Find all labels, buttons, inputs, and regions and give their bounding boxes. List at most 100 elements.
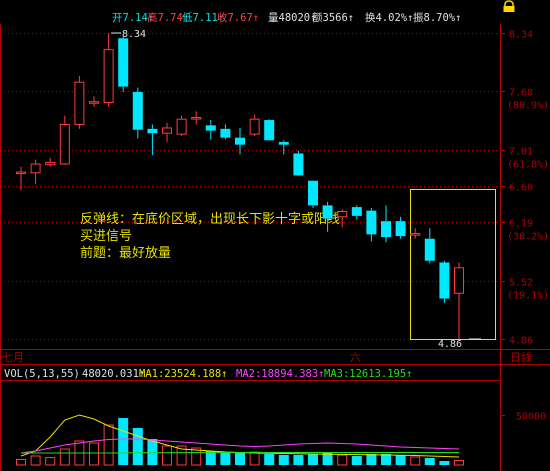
volume-bar (410, 456, 421, 466)
price-tick-label: 7.68 (509, 88, 533, 99)
candle (278, 140, 289, 155)
candle-body (16, 171, 26, 175)
candle (249, 114, 260, 136)
candle (366, 207, 377, 242)
candle-body (103, 49, 114, 103)
candle-body (176, 118, 187, 135)
candle (74, 76, 85, 129)
candle-body (351, 207, 362, 216)
volume-ma55-line (21, 452, 459, 454)
candle (424, 228, 435, 264)
volume-bar (293, 455, 304, 465)
candle (176, 115, 187, 136)
candle-body (205, 125, 216, 131)
candle-body (454, 267, 464, 294)
candle-body (59, 123, 70, 165)
quote-amount: 额3566↑ (312, 11, 354, 24)
candle (59, 115, 70, 165)
price-tick-label: 8.34 (509, 30, 533, 41)
candle (205, 120, 216, 140)
volume-bar (278, 455, 289, 465)
volume-bar (439, 461, 450, 465)
quote-header: 开7.14↑ 高7.74↑ 低7.11↑ 收7.67↑ 量48020↑ 额356… (112, 11, 461, 24)
volume-bar (395, 455, 406, 465)
candle (89, 96, 99, 107)
candle-body (293, 153, 304, 176)
volume-bar (454, 460, 464, 466)
price-tick-pct: (61.8%) (507, 160, 549, 171)
candle (395, 216, 406, 239)
candle-body (220, 128, 231, 138)
candle-body (162, 127, 172, 134)
price-tick-pct: (38.2%) (507, 232, 549, 243)
vol-ma3: MA3:12613.195↑ (324, 368, 413, 380)
candle (293, 150, 304, 176)
volume-bar (132, 428, 143, 465)
price-tick-label: 5.52 (509, 278, 533, 289)
candle-body (191, 117, 202, 120)
date-label-2: 六 (350, 351, 361, 364)
price-tick-label: 6.60 (509, 183, 533, 194)
vol-value: 48020.031↑ (82, 368, 145, 380)
candle (308, 180, 318, 208)
candle-body (395, 221, 406, 237)
volume-bar (264, 454, 275, 465)
candle (132, 87, 143, 139)
candle (351, 205, 362, 220)
candle-body (439, 262, 450, 299)
price-gridlines (0, 33, 500, 340)
volume-bar (30, 455, 41, 466)
annotation-line-1: 反弹线：在底价区域，出现长下影十字或阳线 (80, 211, 340, 227)
candle (454, 262, 464, 339)
volume-ma5-line (20, 414, 460, 458)
volume-bar (235, 452, 245, 465)
candle (30, 159, 41, 185)
candle (381, 205, 391, 243)
volume-bar (45, 457, 56, 466)
volume-bar (322, 453, 333, 465)
kline-chart[interactable]: 8.34 7.68 (80.9%) 7.01 (61.8%) 6.60 6.19 (38.2%… (0, 0, 550, 471)
volume-bar (337, 454, 348, 466)
candle-body (337, 211, 348, 218)
candle-body (410, 233, 421, 236)
candle-body (30, 163, 41, 174)
candle-body (381, 221, 391, 237)
volume-bar (89, 442, 99, 466)
volume-header: VOL(5,13,55) 48020.031↑ MA1:23524.188↑ M… (4, 368, 413, 380)
candle-body (278, 142, 289, 145)
candle-body (264, 120, 275, 141)
price-tick-label: 4.86 (509, 336, 533, 347)
price-tick-pct: (80.9%) (507, 101, 549, 112)
volume-bar (308, 454, 318, 465)
volume-bar (381, 454, 391, 465)
candle-body (235, 137, 245, 145)
volume-ma-lines (20, 414, 460, 458)
volume-bar (118, 418, 129, 465)
annotation-line-2: 买进信号 (80, 229, 132, 244)
volume-ma13-line (20, 438, 460, 454)
quote-close: 收7.67↑ (217, 11, 259, 24)
lock-icon[interactable] (502, 0, 516, 13)
candle-body (118, 38, 129, 87)
candle-body (322, 205, 333, 219)
price-tick-pct: (19.1%) (507, 291, 549, 302)
candle-body (424, 238, 435, 261)
quote-amplitude: 振8.70%↑ (413, 11, 461, 24)
candle (118, 36, 129, 92)
candle (103, 33, 114, 107)
candle-body (249, 118, 260, 135)
volume-bar (162, 445, 172, 466)
candle (439, 260, 450, 303)
candle (220, 124, 231, 140)
candle (322, 201, 333, 232)
candle (45, 157, 56, 167)
period-label: 日线 (510, 350, 532, 364)
date-label-1: 七月 (2, 351, 24, 364)
candle (191, 111, 202, 125)
candle (264, 119, 275, 141)
candle (162, 122, 172, 143)
volume-bars (16, 418, 464, 466)
volume-bar (147, 439, 158, 465)
candle (410, 228, 421, 239)
quote-volume: 量48020↑ (268, 12, 316, 24)
